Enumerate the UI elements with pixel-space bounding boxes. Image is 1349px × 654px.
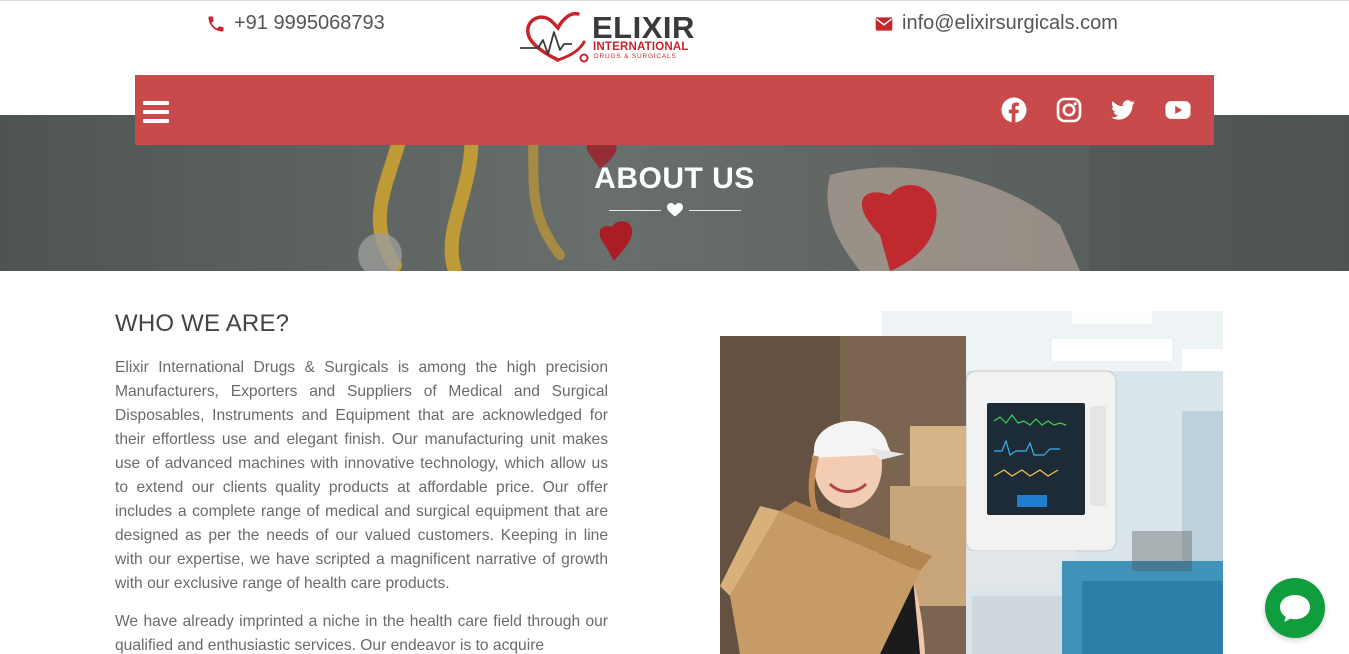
page-title: ABOUT US	[594, 162, 755, 195]
heart-icon	[667, 203, 683, 217]
facebook-icon[interactable]	[1001, 97, 1027, 123]
phone-number: +91 9995068793	[234, 12, 385, 34]
phone-icon	[208, 16, 224, 31]
about-paragraph-2: We have already imprinted a niche in the…	[115, 613, 608, 654]
divider-line-right	[689, 210, 741, 211]
header-email[interactable]: info@elixirsurgicals.com	[874, 12, 1118, 35]
title-divider	[609, 203, 741, 217]
section-heading: WHO WE ARE?	[115, 310, 290, 337]
logo-tagline: DRUGS & SURGICALS	[594, 53, 677, 60]
chat-bubble-icon	[1280, 595, 1310, 622]
youtube-icon[interactable]	[1165, 97, 1191, 123]
logo-subtitle: INTERNATIONAL	[593, 41, 689, 53]
header-phone[interactable]: +91 9995068793	[206, 12, 385, 35]
delivery-person-image	[720, 336, 966, 654]
envelope-icon	[875, 16, 893, 31]
main-navbar	[135, 75, 1214, 145]
email-address: info@elixirsurgicals.com	[902, 12, 1118, 34]
top-border	[0, 0, 1349, 1]
twitter-icon[interactable]	[1110, 97, 1136, 123]
about-paragraph-1: Elixir International Drugs & Surgicals i…	[115, 359, 608, 592]
instagram-icon[interactable]	[1056, 97, 1082, 123]
divider-line-left	[609, 210, 661, 211]
chat-button[interactable]	[1265, 578, 1325, 638]
hamburger-menu-icon[interactable]	[143, 101, 169, 123]
logo[interactable]: ELIXIR INTERNATIONAL DRUGS & SURGICALS	[518, 10, 694, 64]
logo-heart-icon	[520, 11, 589, 63]
